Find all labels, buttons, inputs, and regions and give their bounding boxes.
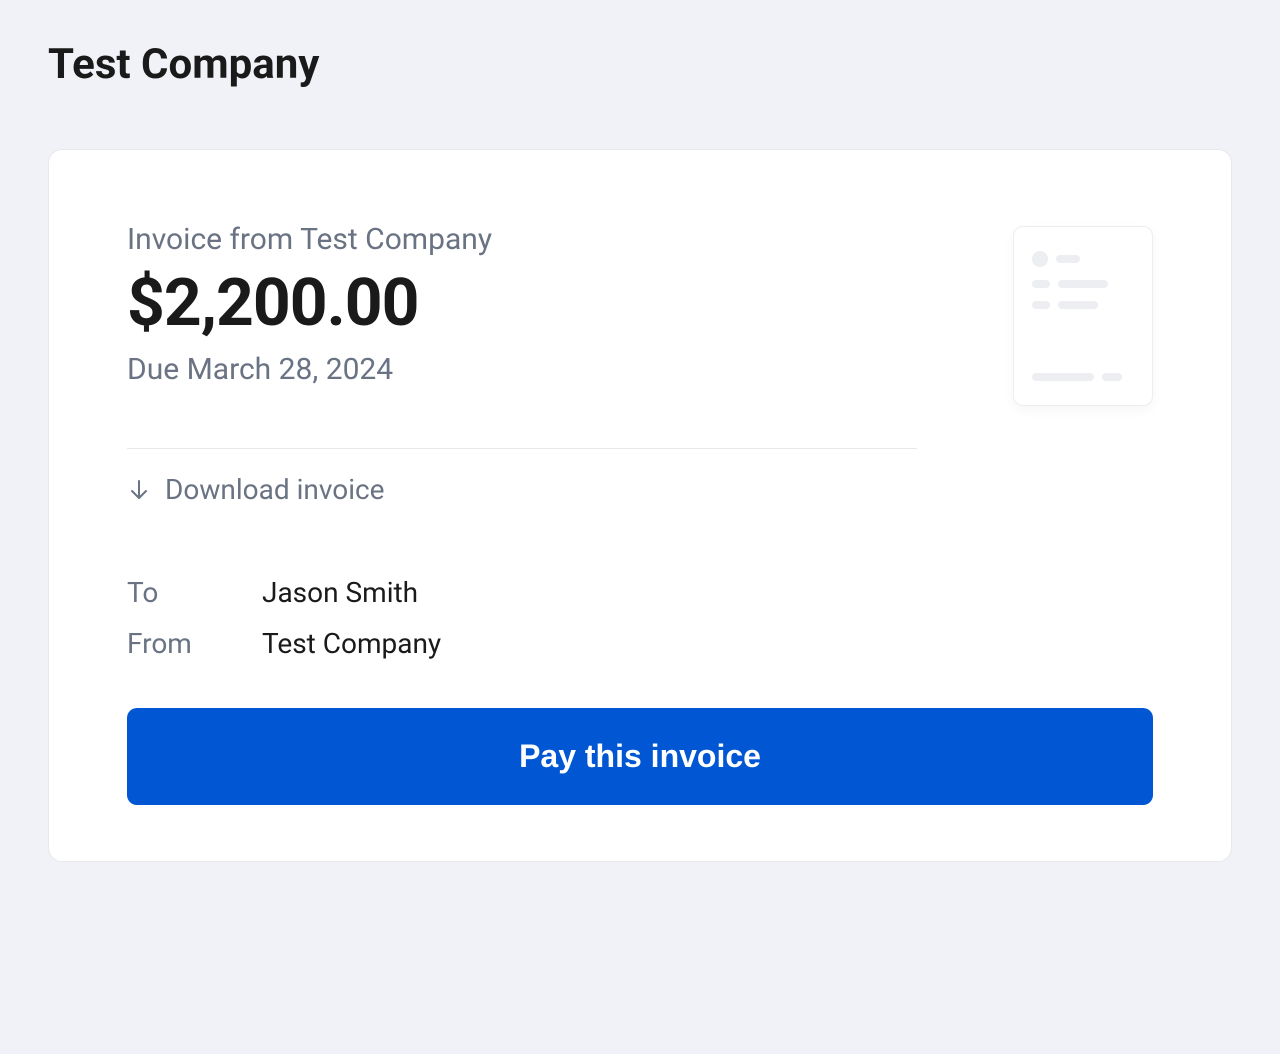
download-invoice-label: Download invoice [165, 473, 385, 506]
to-row: To Jason Smith [127, 576, 1153, 609]
divider [127, 448, 917, 449]
document-icon [1013, 226, 1153, 406]
to-label: To [127, 576, 262, 609]
download-arrow-icon [127, 478, 151, 502]
to-value: Jason Smith [262, 576, 418, 609]
from-label: From [127, 627, 262, 660]
company-name: Test Company [48, 40, 1232, 89]
invoice-card: Invoice from Test Company $2,200.00 Due … [48, 149, 1232, 862]
invoice-summary: Invoice from Test Company $2,200.00 Due … [127, 222, 973, 387]
invoice-amount: $2,200.00 [127, 265, 973, 342]
pay-invoice-button[interactable]: Pay this invoice [127, 708, 1153, 805]
invoice-parties: To Jason Smith From Test Company [127, 576, 1153, 660]
download-invoice-link[interactable]: Download invoice [127, 473, 385, 506]
from-row: From Test Company [127, 627, 1153, 660]
invoice-from-label: Invoice from Test Company [127, 222, 973, 257]
invoice-due-date: Due March 28, 2024 [127, 352, 973, 387]
invoice-header: Invoice from Test Company $2,200.00 Due … [127, 222, 1153, 406]
from-value: Test Company [262, 627, 441, 660]
